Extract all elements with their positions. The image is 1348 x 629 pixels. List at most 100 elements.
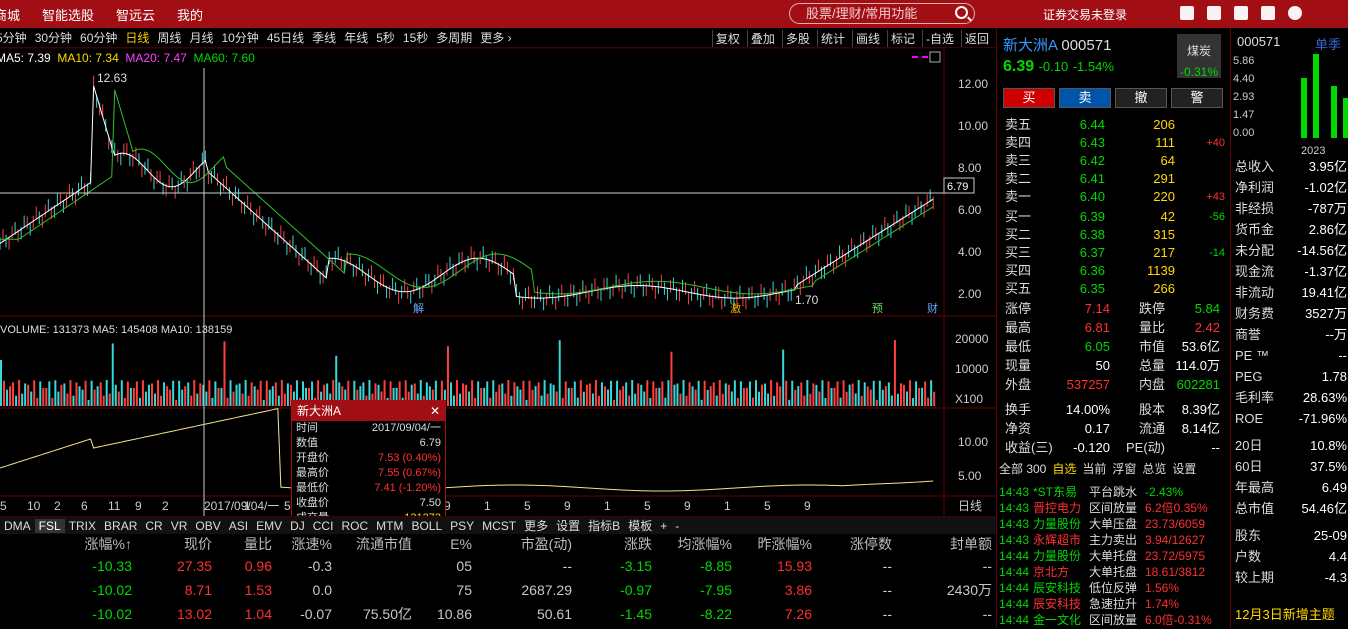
- indicator-tab[interactable]: DJ: [286, 519, 309, 533]
- gear-icon[interactable]: [1288, 6, 1302, 20]
- indicator-tab[interactable]: DMA: [0, 519, 35, 533]
- chart-tool[interactable]: 统计: [816, 30, 848, 47]
- list-tab[interactable]: 浮窗: [1112, 460, 1136, 477]
- indicator-tab[interactable]: 模板: [624, 517, 656, 534]
- indicator-tab[interactable]: EMV: [252, 519, 286, 533]
- table-row[interactable]: -10.02 8.71 1.53 0.0 75 2687.29 -0.97 -7.95 3.86…: [0, 578, 996, 602]
- kline-chart[interactable]: 12.00 10.00 8.00 6.00 4.00 2.00 6.79 12.63 1.…: [0, 48, 996, 516]
- search-input[interactable]: 股票/理财/常用功能: [789, 3, 975, 24]
- quarter-tab[interactable]: 单季: [1315, 34, 1341, 53]
- indicator-tab[interactable]: FSL: [34, 518, 65, 533]
- indicator-tab[interactable]: MCST: [478, 519, 520, 533]
- order-row[interactable]: 卖三 6.42 64: [1005, 152, 1225, 170]
- menu-mine[interactable]: 我的: [166, 5, 214, 24]
- app-icon[interactable]: [1180, 6, 1194, 20]
- table-header-cell[interactable]: 涨速%: [272, 534, 332, 554]
- order-row[interactable]: 买一 6.39 42 -56: [1005, 208, 1225, 226]
- indicator-tab[interactable]: ASI: [225, 519, 252, 533]
- news-item[interactable]: 14:44 金一文化 区间放量 6.0倍-0.31%: [999, 611, 1229, 629]
- list-tab[interactable]: 自选: [1052, 460, 1076, 477]
- table-header-cell[interactable]: 昨涨幅%: [732, 534, 812, 554]
- indicator-tab[interactable]: BOLL: [407, 519, 446, 533]
- order-row[interactable]: 卖一 6.40 220 +43: [1005, 188, 1225, 206]
- table-row[interactable]: -10.02 13.02 1.04 -0.07 75.50亿 10.86 50.61 -1.4…: [0, 602, 996, 626]
- period-tab[interactable]: 周线: [157, 31, 181, 45]
- period-tab[interactable]: 45日线: [267, 31, 304, 45]
- chart-tool[interactable]: 叠加: [746, 30, 778, 47]
- event-incentive[interactable]: 激: [730, 301, 741, 315]
- period-tab[interactable]: 日线: [125, 31, 149, 45]
- sector-tag[interactable]: 煤炭 -0.31%: [1177, 34, 1221, 79]
- chart-tool[interactable]: 多股: [781, 30, 813, 47]
- buy-button[interactable]: 买: [1003, 88, 1055, 108]
- chart-toggle-icon[interactable]: [929, 51, 941, 63]
- table-header-cell[interactable]: 现价: [132, 534, 212, 554]
- indicator-tab[interactable]: 指标B: [584, 517, 624, 534]
- period-tab[interactable]: 年线: [344, 31, 368, 45]
- indicator-tab[interactable]: PSY: [446, 519, 478, 533]
- order-row[interactable]: 买二 6.38 315: [1005, 226, 1225, 244]
- table-header-cell[interactable]: 涨跌: [572, 534, 652, 554]
- menu-mall[interactable]: 商城: [0, 5, 31, 24]
- menu-zhiyuan-cloud[interactable]: 智远云: [105, 5, 166, 24]
- indicator-tab[interactable]: MTM: [372, 519, 407, 533]
- close-icon[interactable]: ✕: [430, 401, 440, 421]
- indicator-tab[interactable]: +: [656, 519, 671, 533]
- table-header-cell[interactable]: 涨幅%↑: [32, 534, 132, 554]
- indicator-tab[interactable]: BRAR: [100, 519, 141, 533]
- table-header-cell[interactable]: 流通市值: [332, 534, 412, 554]
- table-header-cell[interactable]: 均涨幅%: [652, 534, 732, 554]
- table-header-cell[interactable]: 量比: [212, 534, 272, 554]
- period-tab[interactable]: 10分钟: [221, 31, 258, 45]
- period-tab[interactable]: 5秒: [376, 31, 395, 45]
- indicator-tab[interactable]: 设置: [552, 517, 584, 534]
- order-row[interactable]: 买四 6.36 1139: [1005, 262, 1225, 280]
- period-tab[interactable]: 季线: [312, 31, 336, 45]
- indicator-tab[interactable]: 更多: [520, 517, 552, 534]
- cube-icon[interactable]: [1234, 6, 1248, 20]
- list-tab[interactable]: 设置: [1172, 460, 1196, 477]
- period-tab[interactable]: 30分钟: [35, 31, 72, 45]
- indicator-tab[interactable]: VR: [167, 519, 192, 533]
- alert-button[interactable]: 警: [1171, 88, 1223, 108]
- period-tab[interactable]: 15秒: [403, 31, 428, 45]
- message-icon[interactable]: [1207, 6, 1221, 20]
- search-icon[interactable]: [955, 6, 968, 19]
- table-row[interactable]: -10.33 27.35 0.96 -0.3 05 -- -3.15 -8.85 15.93 --…: [0, 554, 996, 578]
- cancel-button[interactable]: 撤: [1115, 88, 1167, 108]
- chart-tool[interactable]: -自选: [921, 30, 957, 47]
- indicator-tab[interactable]: CCI: [309, 519, 338, 533]
- indicator-tab[interactable]: CR: [141, 519, 166, 533]
- period-tab[interactable]: 5分钟: [0, 31, 27, 45]
- table-header-cell[interactable]: 涨停数: [812, 534, 892, 554]
- order-row[interactable]: 卖二 6.41 291: [1005, 170, 1225, 188]
- chart-tool[interactable]: 画线: [851, 30, 883, 47]
- indicator-tab[interactable]: -: [671, 519, 683, 533]
- event-report[interactable]: 财: [927, 301, 938, 315]
- chart-tool[interactable]: 返回: [960, 30, 992, 47]
- event-unlock[interactable]: 解: [413, 301, 424, 315]
- period-tab[interactable]: 月线: [189, 31, 213, 45]
- list-tab[interactable]: 总览: [1142, 460, 1166, 477]
- period-tab[interactable]: 60分钟: [80, 31, 117, 45]
- trade-login-status[interactable]: 证券交易未登录: [1043, 6, 1127, 23]
- order-row[interactable]: 卖五 6.44 206: [1005, 116, 1225, 134]
- indicator-tab[interactable]: TRIX: [65, 519, 100, 533]
- table-header-cell[interactable]: E%: [412, 534, 472, 554]
- topic-banner[interactable]: 12月3日新增主题: [1235, 604, 1335, 623]
- menu-smart-pick[interactable]: 智能选股: [31, 5, 105, 24]
- period-tab[interactable]: 更多 ›: [480, 31, 511, 45]
- list-tab[interactable]: 当前: [1082, 460, 1106, 477]
- indicator-tab[interactable]: OBV: [191, 519, 224, 533]
- order-row[interactable]: 买五 6.35 266: [1005, 280, 1225, 298]
- chart-tool[interactable]: 复权: [711, 30, 743, 47]
- list-tab[interactable]: 全部 300: [999, 460, 1046, 477]
- table-header-cell[interactable]: 封单额: [892, 534, 992, 554]
- sell-button[interactable]: 卖: [1059, 88, 1111, 108]
- table-header-cell[interactable]: 市盈(动): [472, 534, 572, 554]
- period-tab[interactable]: 多周期: [436, 31, 472, 45]
- shirt-icon[interactable]: [1261, 6, 1275, 20]
- event-forecast[interactable]: 预: [872, 302, 883, 315]
- chart-tool[interactable]: 标记: [886, 30, 918, 47]
- order-row[interactable]: 卖四 6.43 111 +40: [1005, 134, 1225, 152]
